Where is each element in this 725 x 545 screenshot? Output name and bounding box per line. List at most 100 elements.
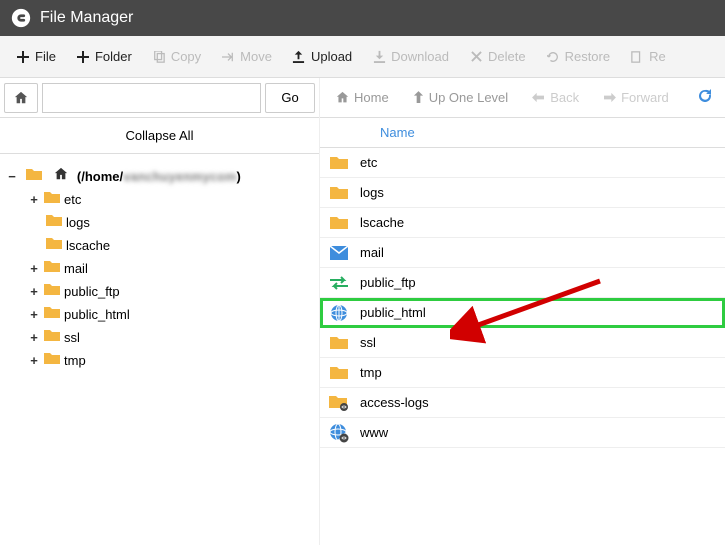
file-name: ssl xyxy=(360,335,376,350)
file-row-public_ftp[interactable]: public_ftp xyxy=(320,268,725,298)
restore-button[interactable]: Restore xyxy=(536,43,621,70)
upload-icon xyxy=(292,50,306,64)
folder-icon xyxy=(328,215,350,230)
file-row-logs[interactable]: logs xyxy=(320,178,725,208)
file-row-etc[interactable]: etc xyxy=(320,148,725,178)
file-name: www xyxy=(360,425,388,440)
tree-item-etc[interactable]: + etc xyxy=(6,187,313,210)
folder-icon xyxy=(44,328,60,342)
move-button[interactable]: Move xyxy=(211,43,282,70)
folder-link-icon xyxy=(328,394,350,411)
go-button[interactable]: Go xyxy=(265,83,315,113)
restore-icon xyxy=(546,50,560,64)
tree-item-label: public_ftp xyxy=(64,284,120,299)
file-name: lscache xyxy=(360,215,404,230)
file-row-lscache[interactable]: lscache xyxy=(320,208,725,238)
folder-icon xyxy=(44,190,60,204)
rename-button[interactable]: Re xyxy=(620,43,676,70)
collapse-icon[interactable]: − xyxy=(6,169,18,184)
globe-link-icon xyxy=(328,423,350,443)
folder-button[interactable]: Folder xyxy=(66,43,142,70)
arrow-up-icon xyxy=(413,91,424,104)
tree-item-label: public_html xyxy=(64,307,130,322)
expand-icon[interactable]: + xyxy=(28,261,40,276)
folder-icon xyxy=(328,335,350,350)
file-name: etc xyxy=(360,155,377,170)
upload-button[interactable]: Upload xyxy=(282,43,362,70)
tree-item-label: tmp xyxy=(64,353,86,368)
nav-forward-button[interactable]: Forward xyxy=(593,84,679,111)
tree-root-label: (/home/vanchuyenmycom) xyxy=(77,169,241,184)
expand-icon[interactable]: + xyxy=(28,284,40,299)
path-bar: Go xyxy=(0,78,319,118)
cpanel-logo-icon xyxy=(10,7,32,29)
folder-icon xyxy=(44,305,60,319)
name-column[interactable]: Name xyxy=(380,125,415,140)
tree-item-label: lscache xyxy=(66,238,110,253)
folder-icon xyxy=(26,167,42,181)
folder-icon xyxy=(328,155,350,170)
tree-item-mail[interactable]: + mail xyxy=(6,256,313,279)
left-panel: Go Collapse All − (/home/vanchuyenmycom)… xyxy=(0,78,320,545)
arrow-left-icon xyxy=(532,92,545,103)
expand-icon[interactable]: + xyxy=(28,330,40,345)
file-list: etc logs lscache mail public_ftp public_htmls… xyxy=(320,148,725,448)
file-name: logs xyxy=(360,185,384,200)
file-row-public_html[interactable]: public_html xyxy=(320,298,725,328)
rename-icon xyxy=(630,50,644,64)
app-header: File Manager xyxy=(0,0,725,36)
home-button[interactable] xyxy=(4,83,38,113)
nav-up-button[interactable]: Up One Level xyxy=(403,84,519,111)
arrow-right-icon xyxy=(603,92,616,103)
file-row-ssl[interactable]: ssl xyxy=(320,328,725,358)
copy-icon xyxy=(152,50,166,64)
file-row-mail[interactable]: mail xyxy=(320,238,725,268)
path-input[interactable] xyxy=(42,83,261,113)
tree-item-tmp[interactable]: + tmp xyxy=(6,348,313,371)
tree-item-label: logs xyxy=(66,215,90,230)
folder-tree: − (/home/vanchuyenmycom) + etc logs lscache… xyxy=(0,154,319,381)
tree-item-label: etc xyxy=(64,192,81,207)
expand-icon[interactable]: + xyxy=(28,353,40,368)
folder-icon xyxy=(46,213,62,227)
file-name: public_ftp xyxy=(360,275,416,290)
file-button[interactable]: File xyxy=(6,43,66,70)
reload-icon xyxy=(697,88,713,104)
copy-button[interactable]: Copy xyxy=(142,43,211,70)
nav-bar: Home Up One Level Back Forward xyxy=(320,78,725,118)
nav-back-button[interactable]: Back xyxy=(522,84,589,111)
nav-home-button[interactable]: Home xyxy=(326,84,399,111)
file-name: mail xyxy=(360,245,384,260)
file-row-www[interactable]: www xyxy=(320,418,725,448)
download-button[interactable]: Download xyxy=(362,43,459,70)
tree-item-public_ftp[interactable]: + public_ftp xyxy=(6,279,313,302)
home-icon xyxy=(336,91,349,104)
download-icon xyxy=(372,50,386,64)
collapse-all-button[interactable]: Collapse All xyxy=(0,118,319,154)
file-name: access-logs xyxy=(360,395,429,410)
tree-root[interactable]: − (/home/vanchuyenmycom) xyxy=(6,164,313,187)
home-icon xyxy=(14,91,28,105)
reload-button[interactable] xyxy=(691,82,719,113)
tree-item-label: mail xyxy=(64,261,88,276)
move-icon xyxy=(221,50,235,64)
folder-icon xyxy=(328,185,350,200)
folder-icon xyxy=(44,259,60,273)
expand-icon[interactable]: + xyxy=(28,307,40,322)
file-name: tmp xyxy=(360,365,382,380)
delete-button[interactable]: Delete xyxy=(459,43,536,70)
expand-icon[interactable]: + xyxy=(28,192,40,207)
column-header[interactable]: Name xyxy=(320,118,725,148)
tree-item-lscache[interactable]: lscache xyxy=(6,233,313,256)
file-name: public_html xyxy=(360,305,426,320)
tree-item-public_html[interactable]: + public_html xyxy=(6,302,313,325)
ftp-icon xyxy=(328,276,350,290)
folder-icon xyxy=(44,351,60,365)
file-row-access-logs[interactable]: access-logs xyxy=(320,388,725,418)
folder-icon xyxy=(46,236,62,250)
tree-item-ssl[interactable]: +ssl xyxy=(6,325,313,348)
file-row-tmp[interactable]: tmp xyxy=(320,358,725,388)
tree-item-logs[interactable]: logs xyxy=(6,210,313,233)
delete-icon xyxy=(469,50,483,64)
globe-icon xyxy=(328,304,350,322)
